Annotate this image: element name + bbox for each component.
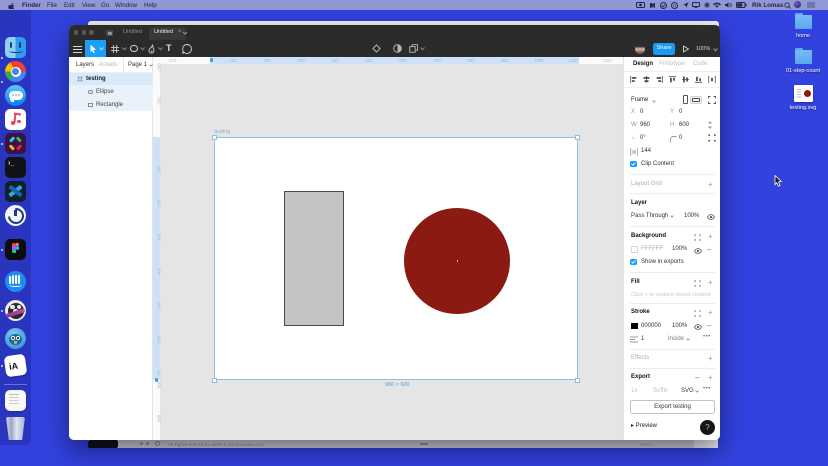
svg-text:0: 0: [673, 3, 676, 8]
